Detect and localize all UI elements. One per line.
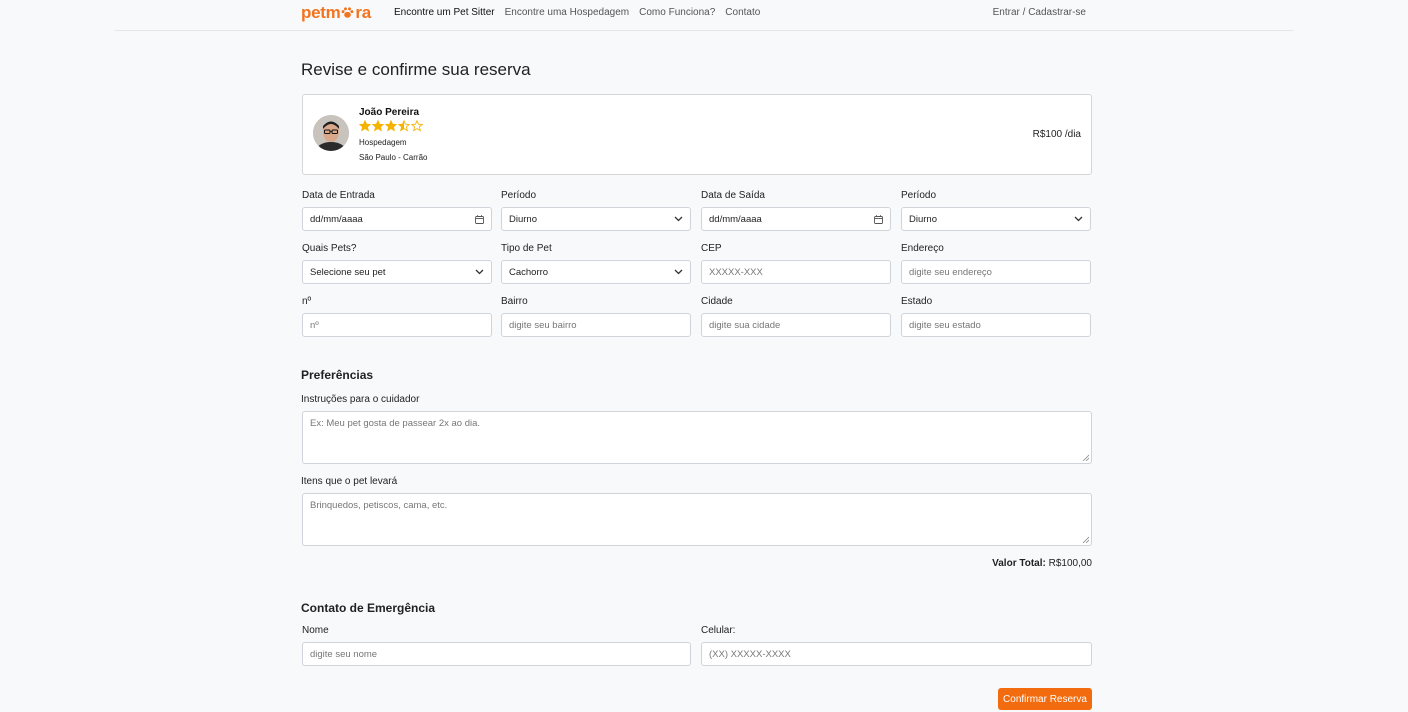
state-field: Estado digite seu estado [901, 296, 1091, 337]
address-input[interactable]: digite seu endereço [901, 260, 1091, 284]
cep-input[interactable]: XXXXX-XXX [701, 260, 891, 284]
checkout-date-value: dd/mm/aaaa [709, 213, 762, 225]
emergency-name-field: Nome digite seu nome [302, 625, 691, 666]
navbar: petm ra Encontre um Pet Sitter Encontre … [0, 0, 1408, 30]
pet-type-label: Tipo de Pet [501, 243, 552, 254]
pets-field: Quais Pets? Selecione seu pet [302, 243, 492, 284]
emergency-phone-input[interactable]: (XX) XXXXX-XXXX [701, 642, 1092, 666]
district-label: Bairro [501, 296, 528, 307]
checkin-period-label: Período [501, 190, 537, 201]
total-price: Valor Total: R$100,00 [992, 558, 1092, 569]
navbar-divider [114, 30, 1294, 31]
pets-label: Quais Pets? [302, 243, 357, 254]
login-link[interactable]: Entrar / Cadastrar-se [993, 7, 1086, 18]
cep-label: CEP [701, 243, 722, 254]
pets-value: Selecione seu pet [310, 266, 386, 278]
preferences-title: Preferências [301, 368, 374, 382]
pet-type-field: Tipo de Pet Cachorro [501, 243, 691, 284]
sitter-location: São Paulo - Carrão [359, 153, 428, 162]
sitter-card: João Pereira Hospedagem São Paulo - Carr… [302, 94, 1092, 175]
city-label: Cidade [701, 296, 733, 307]
pet-type-value: Cachorro [509, 266, 549, 278]
checkout-period-value: Diurno [909, 213, 937, 225]
page-title: Revise e confirme sua reserva [301, 60, 531, 79]
chevron-down-icon [1073, 214, 1083, 224]
chevron-down-icon [673, 267, 683, 277]
paw-icon [342, 7, 354, 18]
star-empty-icon [411, 120, 423, 132]
pets-select[interactable]: Selecione seu pet [302, 260, 492, 284]
star-full-icon [372, 120, 384, 132]
sitter-price: R$100 /dia [1032, 129, 1081, 140]
cep-field: CEP XXXXX-XXX [701, 243, 891, 284]
instructions-placeholder: Ex: Meu pet gosta de passear 2x ao dia. [310, 418, 481, 429]
state-label: Estado [901, 296, 933, 307]
emergency-phone-label: Celular: [701, 625, 736, 636]
checkin-period-value: Diurno [509, 213, 537, 225]
items-label: Itens que o pet levará [301, 476, 398, 487]
resize-grip-icon[interactable] [1082, 454, 1089, 461]
sitter-name: João Pereira [359, 107, 420, 118]
chevron-down-icon [673, 214, 683, 224]
checkout-date-input[interactable]: dd/mm/aaaa [701, 207, 891, 231]
emergency-name-label: Nome [302, 625, 329, 636]
checkin-date-value: dd/mm/aaaa [310, 213, 363, 225]
star-half-icon [398, 120, 410, 132]
logo[interactable]: petm ra [301, 3, 371, 23]
star-full-icon [359, 120, 371, 132]
calendar-icon[interactable] [474, 214, 484, 224]
address-label: Endereço [901, 243, 944, 254]
checkout-label: Data de Saída [701, 190, 765, 201]
address-field: Endereço digite seu endereço [901, 243, 1091, 284]
emergency-name-input[interactable]: digite seu nome [302, 642, 691, 666]
nav-link-como-funciona[interactable]: Como Funciona? [639, 7, 715, 18]
rating-stars [359, 120, 423, 132]
checkin-label: Data de Entrada [302, 190, 375, 201]
checkin-date-input[interactable]: dd/mm/aaaa [302, 207, 492, 231]
state-input[interactable]: digite seu estado [901, 313, 1091, 337]
nav-link-hospedagem[interactable]: Encontre uma Hospedagem [505, 7, 630, 18]
checkout-period-field: Período Diurno [901, 190, 1091, 231]
district-input[interactable]: digite seu bairro [501, 313, 691, 337]
number-input[interactable]: nº [302, 313, 492, 337]
confirm-reservation-button[interactable]: Confirmar Reserva [998, 688, 1092, 710]
emergency-phone-field: Celular: (XX) XXXXX-XXXX [701, 625, 1092, 666]
instructions-textarea[interactable]: Ex: Meu pet gosta de passear 2x ao dia. [302, 411, 1092, 464]
sitter-type: Hospedagem [359, 138, 407, 147]
avatar [313, 115, 349, 151]
city-field: Cidade digite sua cidade [701, 296, 891, 337]
nav-link-pet-sitter[interactable]: Encontre um Pet Sitter [394, 7, 495, 18]
logo-text-left: petm [301, 3, 341, 22]
checkin-period-select[interactable]: Diurno [501, 207, 691, 231]
nav-link-contato[interactable]: Contato [725, 7, 760, 18]
pet-type-select[interactable]: Cachorro [501, 260, 691, 284]
number-field: nº nº [302, 296, 492, 337]
district-field: Bairro digite seu bairro [501, 296, 691, 337]
checkout-period-label: Período [901, 190, 937, 201]
items-textarea[interactable]: Brinquedos, petiscos, cama, etc. [302, 493, 1092, 546]
resize-grip-icon[interactable] [1082, 536, 1089, 543]
emergency-title: Contato de Emergência [301, 601, 436, 615]
logo-text-right: ra [355, 3, 371, 22]
chevron-down-icon [474, 267, 484, 277]
nav-links: Encontre um Pet Sitter Encontre uma Hosp… [394, 7, 760, 18]
checkin-period-field: Período Diurno [501, 190, 691, 231]
number-label: nº [302, 296, 312, 307]
total-label: Valor Total: [992, 558, 1046, 569]
instructions-label: Instruções para o cuidador [301, 394, 420, 405]
items-placeholder: Brinquedos, petiscos, cama, etc. [310, 500, 448, 511]
star-full-icon [385, 120, 397, 132]
city-input[interactable]: digite sua cidade [701, 313, 891, 337]
checkin-field: Data de Entrada dd/mm/aaaa [302, 190, 492, 231]
checkout-period-select[interactable]: Diurno [901, 207, 1091, 231]
calendar-icon[interactable] [873, 214, 883, 224]
checkout-field: Data de Saída dd/mm/aaaa [701, 190, 891, 231]
total-value: R$100,00 [1048, 558, 1092, 569]
